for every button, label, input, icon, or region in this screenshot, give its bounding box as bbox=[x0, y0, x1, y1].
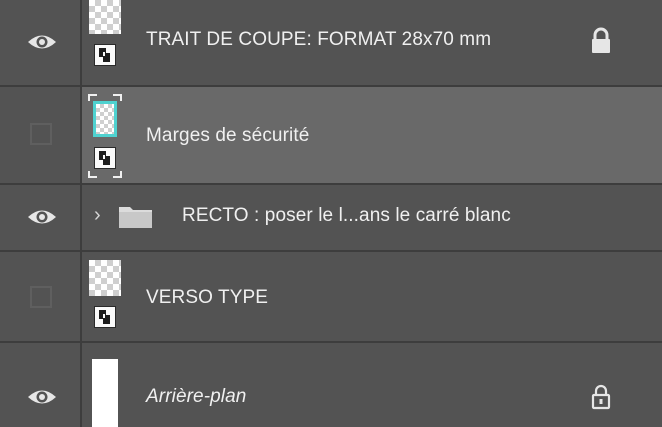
layer-name[interactable]: VERSO TYPE bbox=[146, 287, 268, 309]
visibility-column bbox=[0, 185, 82, 250]
layer-thumbnail[interactable] bbox=[89, 260, 121, 338]
layer-name[interactable]: TRAIT DE COUPE: FORMAT 28x70 mm bbox=[146, 29, 491, 51]
layer-row-trait-de-coupe[interactable]: TRAIT DE COUPE: FORMAT 28x70 mm bbox=[0, 0, 662, 87]
layer-row-verso-type[interactable]: VERSO TYPE bbox=[0, 252, 662, 343]
eye-icon[interactable] bbox=[27, 387, 57, 407]
transparency-checker bbox=[89, 260, 121, 296]
lock-solid-icon[interactable] bbox=[589, 27, 613, 55]
smart-object-icon bbox=[94, 44, 116, 66]
hidden-visibility-box[interactable] bbox=[30, 123, 52, 145]
eye-icon[interactable] bbox=[27, 32, 57, 52]
folder-icon bbox=[119, 207, 152, 228]
layer-thumbnail[interactable] bbox=[89, 0, 121, 80]
visibility-column bbox=[0, 0, 82, 85]
layer-name[interactable]: RECTO : poser le l...ans le carré blanc bbox=[182, 205, 511, 227]
visibility-column bbox=[0, 343, 82, 427]
layer-thumbnail[interactable] bbox=[88, 93, 122, 179]
layer-row-marges-de-securite[interactable]: Marges de sécurité bbox=[0, 87, 662, 185]
visibility-column bbox=[0, 252, 82, 341]
lock-outline-icon[interactable] bbox=[589, 383, 613, 411]
transparency-checker bbox=[93, 101, 117, 137]
white-fill-thumbnail bbox=[92, 359, 118, 427]
layers-panel: TRAIT DE COUPE: FORMAT 28x70 mm Marges d… bbox=[0, 0, 662, 427]
smart-object-icon bbox=[94, 306, 116, 328]
layer-name[interactable]: Arrière-plan bbox=[146, 386, 246, 408]
smart-object-icon bbox=[94, 147, 116, 169]
transparency-checker bbox=[89, 0, 121, 34]
background-thumbnail[interactable] bbox=[89, 359, 121, 427]
eye-icon[interactable] bbox=[27, 207, 57, 227]
layer-row-arriere-plan[interactable]: Arrière-plan bbox=[0, 343, 662, 427]
layer-name[interactable]: Marges de sécurité bbox=[146, 125, 309, 147]
hidden-visibility-box[interactable] bbox=[30, 286, 52, 308]
visibility-column bbox=[0, 87, 82, 183]
layer-row-recto-group[interactable]: › RECTO : poser le l...ans le carré blan… bbox=[0, 185, 662, 252]
expand-chevron-icon[interactable]: › bbox=[94, 204, 101, 227]
